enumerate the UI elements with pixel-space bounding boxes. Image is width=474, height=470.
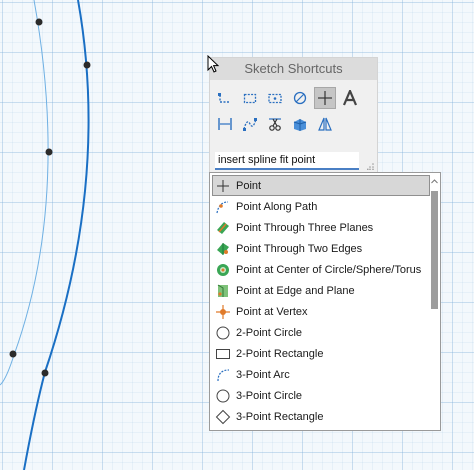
list-item-label: Point [236,179,262,192]
resize-grip-icon[interactable] [367,163,374,170]
list-item-label: 2-Point Rectangle [236,347,324,360]
sketch-point[interactable] [35,18,43,26]
rectangle-icon [216,348,230,359]
two-edges-icon [217,242,229,255]
point-tool-button[interactable] [314,87,336,109]
toolbar [214,87,364,139]
sketch-point[interactable] [9,350,17,358]
rotated-rectangle-icon [215,409,231,424]
point-icon [217,179,229,192]
list-item-point-edge-plane[interactable]: Point at Edge and Plane [212,280,430,301]
point-tool-icon [318,91,332,105]
list-item-label: Point Through Two Edges [236,242,363,255]
slot-tool-button[interactable] [264,87,286,109]
spline-icon [243,118,257,131]
list-item-point-along-path[interactable]: Point Along Path [212,196,430,217]
sketch-point[interactable] [41,369,49,377]
mirror-tool-button[interactable] [314,113,336,135]
extrude-icon [293,119,307,131]
dimension-tool-button[interactable] [214,113,236,135]
list-item-point-three-planes[interactable]: Point Through Three Planes [212,217,430,238]
list-item-3-point-arc[interactable]: 3-Point Arc [212,364,430,385]
circle-icon [293,91,307,105]
trim-icon [269,118,281,131]
arc-icon [217,368,230,381]
edge-plane-icon [217,284,228,297]
list-item-label: Point Along Path [236,200,318,213]
center-point-icon [217,263,229,276]
list-item-3-point-circle[interactable]: 3-Point Circle [212,385,430,406]
list-item-point-vertex[interactable]: Point at Vertex [212,301,430,322]
list-item-label: 3-Point Circle [236,389,303,402]
sketch-point[interactable] [45,148,53,156]
trim-tool-button[interactable] [264,113,286,135]
list-item-point[interactable]: Point [212,175,430,196]
command-results-list: Point Point Along Path Point Through Thr… [212,175,430,427]
list-item-3-point-rectangle[interactable]: 3-Point Rectangle [212,406,430,427]
panel-title[interactable]: Sketch Shortcuts [210,58,377,80]
sketch-point[interactable] [83,61,91,69]
rectangle-icon [243,93,257,104]
vertex-icon [216,304,230,319]
slot-icon [268,93,282,104]
circle-icon [216,389,230,402]
list-item-label: Point at Edge and Plane [236,284,355,297]
polyline-tool-button[interactable] [214,87,236,109]
list-item-label: 3-Point Rectangle [236,410,324,423]
outer-arc-curve[interactable] [23,0,90,470]
list-item-label: Point at Center of Circle/Sphere/Torus [236,263,422,276]
list-item-point-center[interactable]: Point at Center of Circle/Sphere/Torus [212,259,430,280]
list-item-label: Point Through Three Planes [236,221,374,234]
list-item-2-point-rectangle[interactable]: 2-Point Rectangle [212,343,430,364]
scroll-up-arrow-icon[interactable] [430,177,439,186]
circle-tool-button[interactable] [289,87,311,109]
text-icon [342,90,358,106]
shortcut-search-input[interactable] [215,152,359,170]
dropdown-scrollbar[interactable] [430,175,439,428]
polyline-icon [218,93,230,103]
text-tool-button[interactable] [339,87,361,109]
mouse-cursor-icon [207,55,220,73]
point-along-path-icon [216,200,229,213]
spline-tool-button[interactable] [239,113,261,135]
rectangle-tool-button[interactable] [239,87,261,109]
inner-arc-curve[interactable] [0,0,49,386]
sketch-shortcuts-panel: Sketch Shortcuts [209,57,378,173]
command-results-dropdown: Point Point Along Path Point Through Thr… [209,172,441,431]
circle-icon [216,326,230,339]
scrollbar-thumb[interactable] [431,191,438,309]
list-item-label: 3-Point Arc [236,368,290,381]
list-item-2-point-circle[interactable]: 2-Point Circle [212,322,430,343]
three-planes-icon [217,221,229,234]
extrude-tool-button[interactable] [289,113,311,135]
list-item-label: 2-Point Circle [236,326,303,339]
mirror-icon [318,117,332,131]
list-item-label: Point at Vertex [236,305,308,318]
list-item-point-two-edges[interactable]: Point Through Two Edges [212,238,430,259]
dimension-icon [218,118,232,130]
